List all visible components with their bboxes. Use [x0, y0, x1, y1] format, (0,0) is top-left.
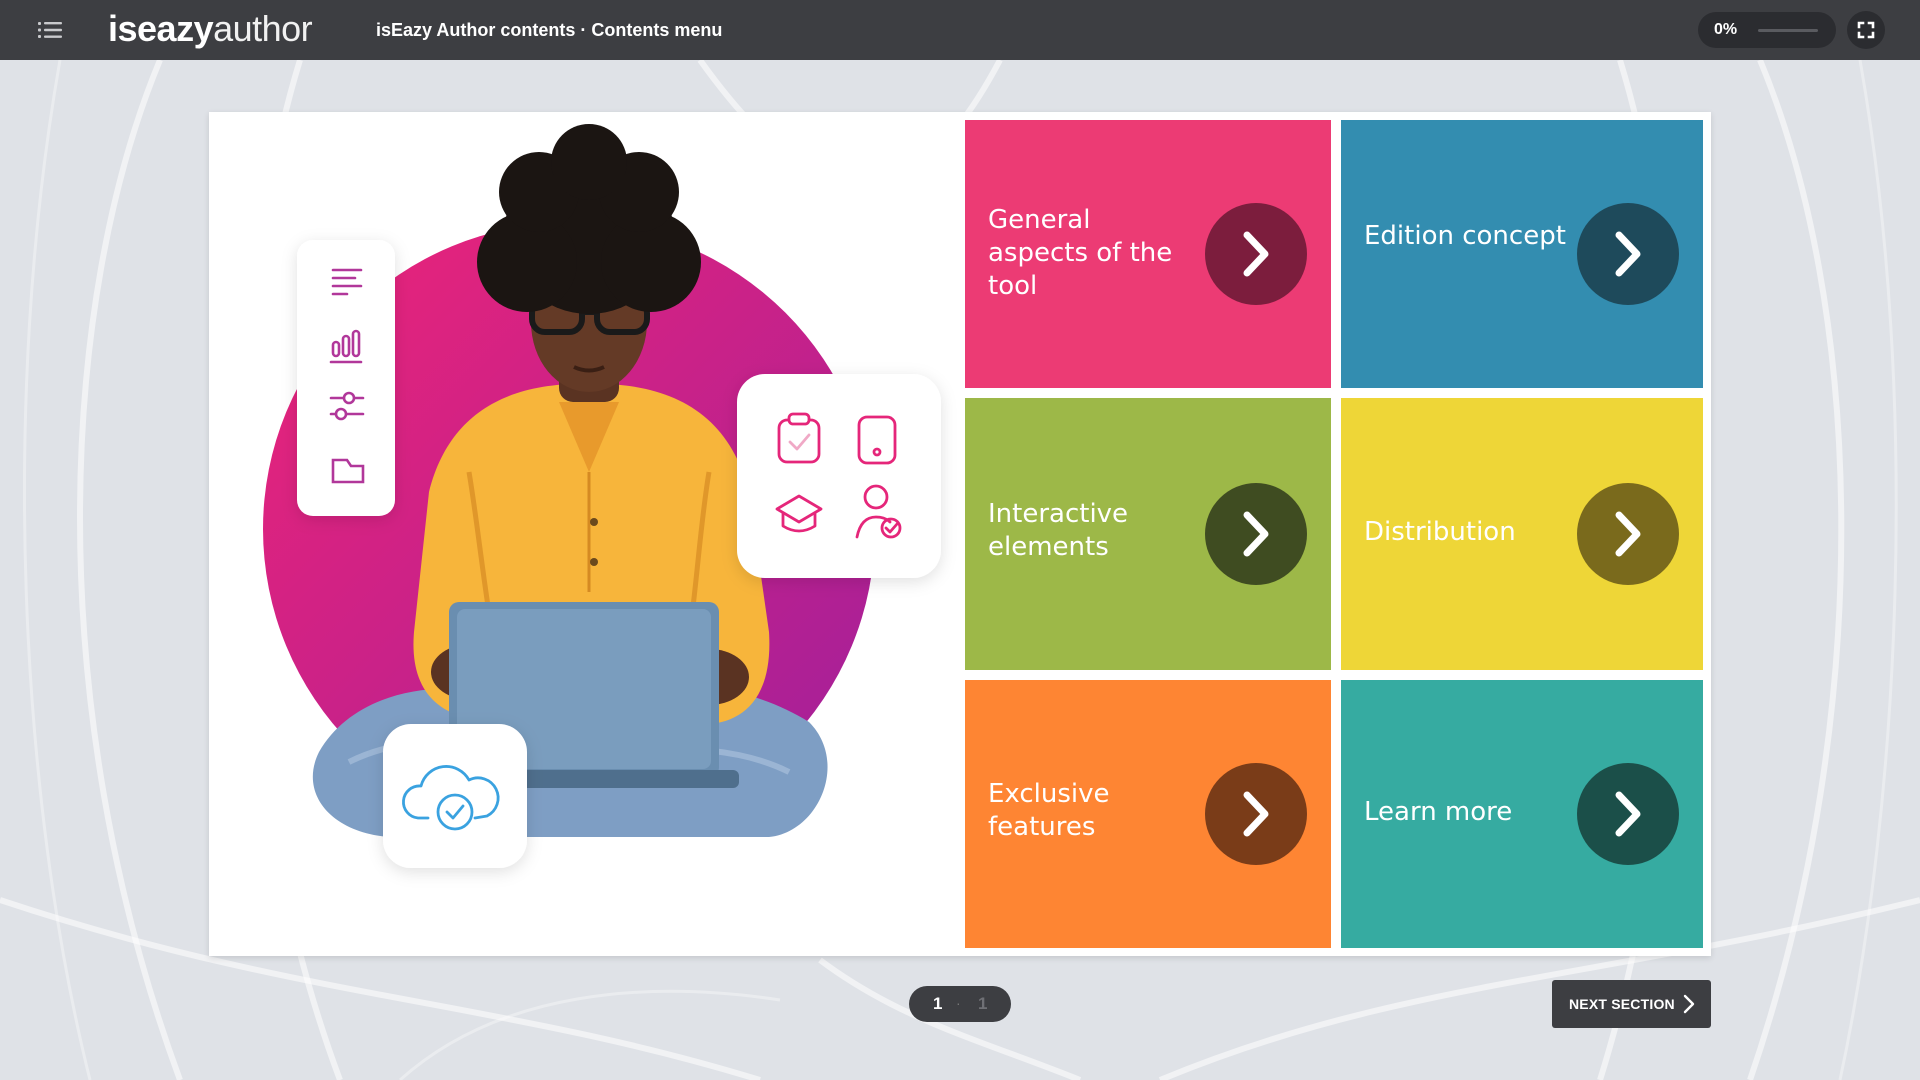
features-card — [737, 374, 941, 578]
tile-arrow-button[interactable] — [1205, 763, 1307, 865]
tile-label: General aspects of the tool — [988, 205, 1173, 301]
person-hair — [477, 124, 701, 314]
chevron-right-icon — [1615, 511, 1641, 557]
tile-label: Exclusive features — [988, 779, 1110, 842]
app-logo: iseazyauthor — [108, 8, 313, 49]
tile-edition-concept[interactable]: Edition concept — [1341, 120, 1703, 388]
chevron-right-icon — [1615, 791, 1641, 837]
tile-distribution[interactable]: Distribution — [1341, 398, 1703, 670]
tile-label: Interactive elements — [988, 499, 1129, 562]
progress-percent: 0% — [1714, 21, 1738, 38]
tile-arrow-button[interactable] — [1577, 203, 1679, 305]
tile-label: Distribution — [1364, 517, 1516, 547]
chevron-right-icon — [1683, 994, 1695, 1014]
tile-label: Learn more — [1364, 797, 1513, 827]
tile-general-aspects[interactable]: General aspects of the tool — [965, 120, 1331, 388]
tile-learn-more[interactable]: Learn more — [1341, 680, 1703, 948]
content-slide: General aspects of the tool Edition conc… — [209, 112, 1711, 956]
page-indicator: 1 · 1 — [909, 986, 1011, 1022]
chevron-right-icon — [1243, 511, 1269, 557]
fullscreen-icon — [1857, 21, 1875, 39]
menu-button[interactable] — [34, 16, 66, 44]
sidebar-card — [297, 240, 395, 516]
tile-interactive-elements[interactable]: Interactive elements — [965, 398, 1331, 670]
progress-track — [1758, 29, 1818, 32]
tile-arrow-button[interactable] — [1577, 483, 1679, 585]
progress-indicator: 0% — [1698, 12, 1836, 48]
chevron-right-icon — [1243, 231, 1269, 277]
fullscreen-button[interactable] — [1847, 11, 1885, 49]
tile-label: Edition concept — [1364, 221, 1566, 251]
hero-illustration — [257, 124, 941, 868]
tile-exclusive-features[interactable]: Exclusive features — [965, 680, 1331, 948]
logo-light: author — [213, 8, 313, 49]
page-separator: · — [956, 995, 961, 1011]
page-current: 1 — [933, 994, 943, 1013]
chevron-right-icon — [1615, 231, 1641, 277]
top-bar: iseazyauthor isEazy Author contents · Co… — [0, 0, 1920, 60]
logo-bold: iseazy — [108, 8, 214, 49]
next-section-label: NEXT SECTION — [1569, 996, 1675, 1012]
chevron-right-icon — [1243, 791, 1269, 837]
next-section-button[interactable]: NEXT SECTION — [1552, 980, 1711, 1028]
course-title: isEazy Author contents · Contents menu — [376, 20, 723, 40]
tile-arrow-button[interactable] — [1577, 763, 1679, 865]
tile-arrow-button[interactable] — [1205, 483, 1307, 585]
tile-arrow-button[interactable] — [1205, 203, 1307, 305]
list-menu-icon — [38, 22, 62, 38]
page-total: 1 — [978, 994, 988, 1013]
